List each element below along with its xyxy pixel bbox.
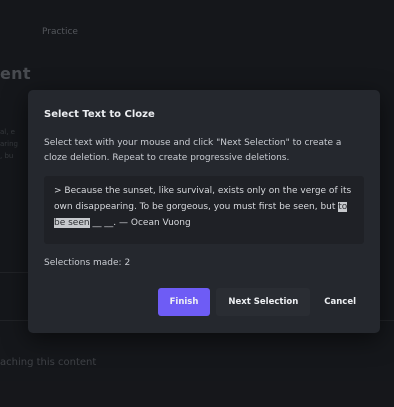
selections-count: Selections made: 2 (44, 258, 131, 268)
modal-description: Select text with your mouse and click "N… (44, 138, 342, 163)
finish-button[interactable]: Finish (157, 288, 211, 316)
cancel-button[interactable]: Cancel (318, 288, 362, 316)
cloze-modal: Select Text to Cloze Select text with yo… (28, 90, 380, 333)
quote-text-area[interactable]: > Because the sunset, like survival, exi… (44, 176, 364, 244)
modal-actions: Finish Next Selection Cancel (157, 288, 362, 316)
modal-title: Select Text to Cloze (44, 109, 155, 120)
quote-text[interactable]: > Because the sunset, like survival, exi… (54, 186, 351, 212)
quote-text-tail[interactable]: __ __. — Ocean Vuong (90, 218, 190, 228)
next-selection-button[interactable]: Next Selection (216, 288, 311, 316)
